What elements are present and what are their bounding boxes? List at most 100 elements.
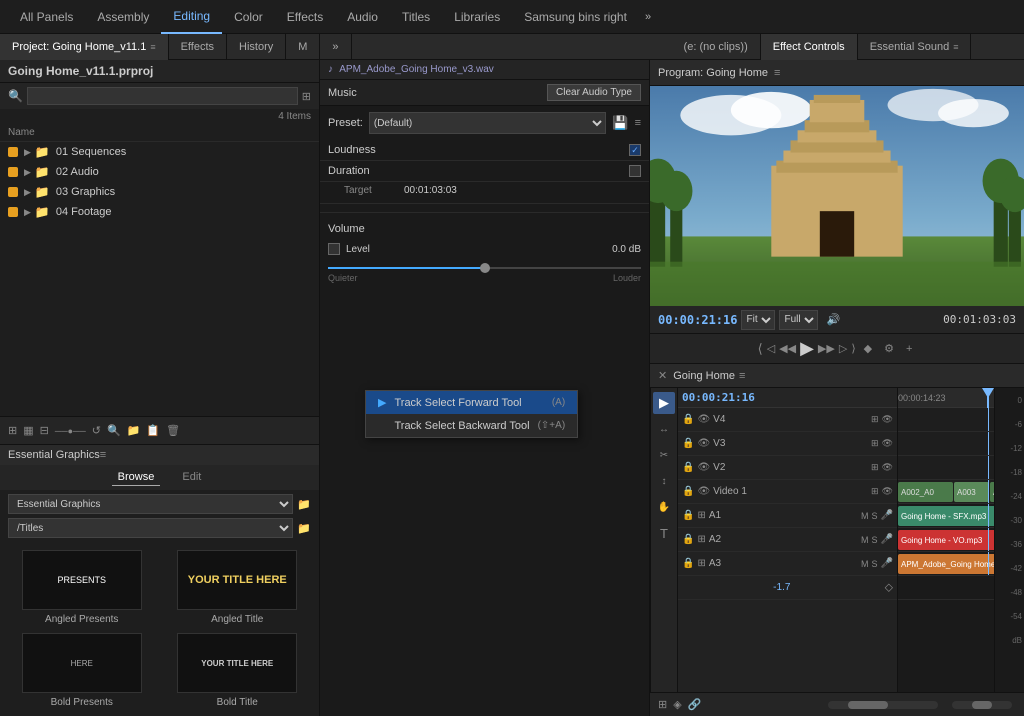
essential-sound-menu-icon[interactable]: ≡ xyxy=(953,42,958,52)
a1-solo[interactable]: S xyxy=(872,511,878,521)
graphics-source-dropdown[interactable]: Essential Graphics xyxy=(8,494,293,514)
folder-01-sequences[interactable]: ▶ 📁 01 Sequences xyxy=(0,142,319,162)
a1-mute[interactable]: M xyxy=(861,511,869,521)
tab-markers[interactable]: M xyxy=(286,34,320,60)
a2-clip-vo[interactable]: Going Home - VO.mp3 xyxy=(898,530,994,550)
lock-icon[interactable]: 🔒 xyxy=(682,534,694,545)
add-to-timeline-icon[interactable]: + xyxy=(906,343,912,355)
track-backward-tool-item[interactable]: ▶ Track Select Backward Tool (⇧+A) xyxy=(366,414,577,437)
track-select-tool[interactable]: ↔ xyxy=(653,418,675,440)
fit-dropdown[interactable]: Fit xyxy=(741,310,775,330)
hand-tool[interactable]: ✋ xyxy=(653,496,675,518)
scrollbar-thumb[interactable] xyxy=(848,701,888,709)
lock-icon[interactable]: 🔒 xyxy=(682,438,694,449)
keyframe-icon[interactable]: ⬦ xyxy=(885,580,893,595)
tab-more-panels[interactable]: » xyxy=(320,34,351,60)
nav-audio[interactable]: Audio xyxy=(335,0,390,34)
v4-settings-icon[interactable]: ⊞ xyxy=(871,414,879,425)
zoom-scrollbar[interactable] xyxy=(952,701,1012,709)
nav-samsung[interactable]: Samsung bins right xyxy=(512,0,639,34)
folder-03-graphics[interactable]: ▶ 📁 03 Graphics xyxy=(0,182,319,202)
v1-clip-a003[interactable]: A003 xyxy=(954,482,989,502)
lock-icon[interactable]: 🔒 xyxy=(682,414,694,425)
new-folder-icon[interactable]: 📁 xyxy=(297,498,311,511)
graphic-angled-presents[interactable]: PRESENTS Angled Presents xyxy=(8,550,156,625)
type-tool[interactable]: T xyxy=(653,522,675,544)
fast-forward-icon[interactable]: ▶▶ xyxy=(818,342,835,355)
v3-settings-icon[interactable]: ⊞ xyxy=(871,438,879,449)
grid-icon[interactable]: ▦ xyxy=(23,424,33,437)
visibility-icon[interactable]: 👁 xyxy=(697,414,710,425)
nav-all-panels[interactable]: All Panels xyxy=(8,0,85,34)
panel-menu-icon[interactable]: ≡ xyxy=(150,42,155,52)
new-bin-icon[interactable]: 📋 xyxy=(146,424,160,437)
preset-dropdown[interactable]: (Default) xyxy=(369,112,607,134)
search-icon[interactable]: 🔍 xyxy=(107,424,121,437)
nav-libraries[interactable]: Libraries xyxy=(442,0,512,34)
settings-icon[interactable]: ⊞ xyxy=(697,558,705,569)
list-icon[interactable]: ⊞ xyxy=(8,424,17,437)
ripple-tool[interactable]: ✂ xyxy=(653,444,675,466)
goto-out-icon[interactable]: ⟩ xyxy=(851,342,855,355)
v1-clip-a00[interactable]: A00 xyxy=(990,482,994,502)
nav-assembly[interactable]: Assembly xyxy=(85,0,161,34)
snap-icon[interactable]: ◈ xyxy=(673,698,681,711)
nav-effects[interactable]: Effects xyxy=(275,0,335,34)
linked-icon[interactable]: 🔗 xyxy=(688,698,702,711)
tab-effect-controls[interactable]: Effect Controls xyxy=(761,34,858,60)
full-dropdown[interactable]: Full xyxy=(779,310,818,330)
list-view-icon[interactable]: ⊞ xyxy=(302,90,311,103)
duration-checkbox[interactable] xyxy=(629,165,641,177)
timeline-scrollbar[interactable] xyxy=(828,701,938,709)
track-forward-tool-item[interactable]: ▶ Track Select Forward Tool (A) xyxy=(366,391,577,414)
preset-save-icon[interactable]: 💾 xyxy=(612,115,628,131)
settings-icon[interactable]: ⊞ xyxy=(697,534,705,545)
a3-mic-icon[interactable]: 🎤 xyxy=(881,558,893,569)
folder-04-footage[interactable]: ▶ 📁 04 Footage xyxy=(0,202,319,222)
preset-menu-icon[interactable]: ≡ xyxy=(635,117,641,129)
lock-icon[interactable]: 🔒 xyxy=(682,558,694,569)
program-menu-icon[interactable]: ≡ xyxy=(774,67,780,79)
step-forward-icon[interactable]: ▷ xyxy=(839,342,847,355)
speaker-icon[interactable]: 🔊 xyxy=(826,313,840,326)
volume-slider-track[interactable] xyxy=(328,267,641,269)
a1-clip-sfx[interactable]: Going Home - SFX.mp3 xyxy=(898,506,994,526)
level-checkbox[interactable] xyxy=(328,243,340,255)
step-back-icon[interactable]: ◁ xyxy=(767,342,775,355)
graphic-bold-title[interactable]: YOUR TITLE HERE Bold Title xyxy=(164,633,312,708)
graphics-path-dropdown[interactable]: /Titles xyxy=(8,518,293,538)
visibility-icon[interactable]: 👁 xyxy=(697,438,710,449)
tab-edit[interactable]: Edit xyxy=(176,469,207,486)
a3-solo[interactable]: S xyxy=(872,559,878,569)
loudness-checkbox[interactable] xyxy=(629,144,641,156)
a2-mute[interactable]: M xyxy=(861,535,869,545)
slider-thumb[interactable] xyxy=(480,263,490,273)
lock-icon[interactable]: 🔒 xyxy=(682,486,694,497)
folder-icon[interactable]: 📁 xyxy=(127,424,141,437)
v1-clip-a002[interactable]: A002_A0 xyxy=(898,482,953,502)
nav-editing[interactable]: Editing xyxy=(161,0,222,34)
tab-history[interactable]: History xyxy=(227,34,286,60)
tab-project[interactable]: Project: Going Home_v11.1 ≡ xyxy=(0,34,169,60)
nav-titles[interactable]: Titles xyxy=(390,0,442,34)
settings-icon[interactable]: ⚙ xyxy=(884,342,894,355)
goto-in-icon[interactable]: ⟨ xyxy=(758,341,763,357)
tab-effects[interactable]: Effects xyxy=(169,34,227,60)
selection-tool[interactable]: ▶ xyxy=(653,392,675,414)
a3-mute[interactable]: M xyxy=(861,559,869,569)
tab-no-clips[interactable]: (e: (no clips)) xyxy=(672,34,761,60)
a3-clip-apm[interactable]: APM_Adobe_Going Home_v3.wav xyxy=(898,554,994,574)
v2-settings-icon[interactable]: ⊞ xyxy=(871,462,879,473)
timeline-menu-icon[interactable]: ≡ xyxy=(739,370,745,382)
browse-icon[interactable]: 📁 xyxy=(297,522,311,535)
v2-eye-icon[interactable]: 👁 xyxy=(882,462,893,473)
nav-color[interactable]: Color xyxy=(222,0,275,34)
a2-solo[interactable]: S xyxy=(872,535,878,545)
visibility-icon[interactable]: 👁 xyxy=(697,462,710,473)
v3-eye-icon[interactable]: 👁 xyxy=(882,438,893,449)
v1-settings-icon[interactable]: ⊞ xyxy=(871,486,879,497)
a2-mic-icon[interactable]: 🎤 xyxy=(881,534,893,545)
play-button[interactable]: ▶ xyxy=(800,338,814,359)
a1-mic-icon[interactable]: 🎤 xyxy=(881,510,893,521)
refresh-icon[interactable]: ↺ xyxy=(92,424,101,437)
